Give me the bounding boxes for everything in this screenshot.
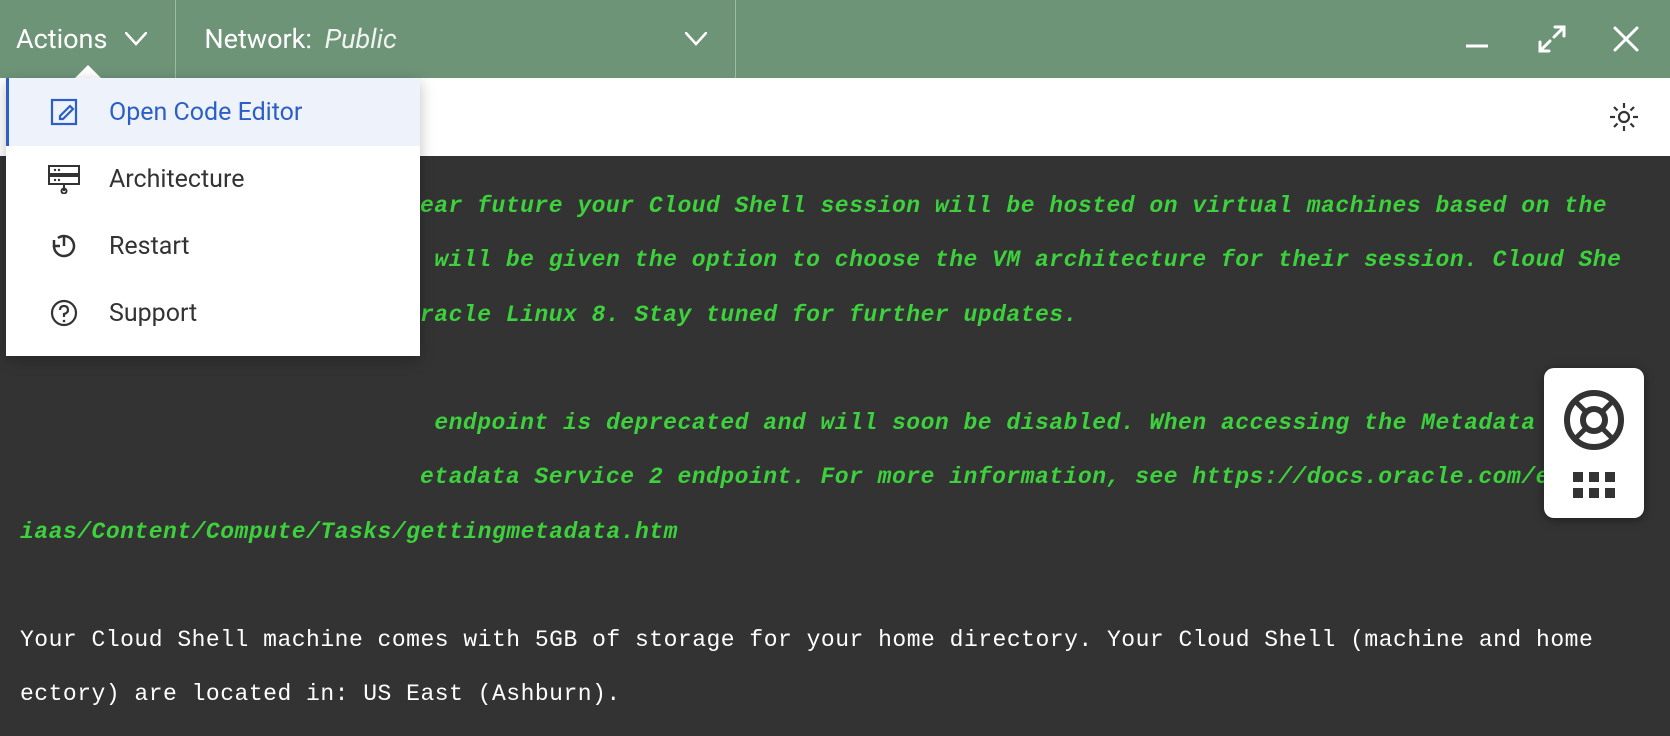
lifebuoy-icon — [1563, 389, 1625, 455]
floating-help-widget[interactable] — [1544, 368, 1644, 518]
help-icon — [47, 298, 81, 328]
gear-icon[interactable] — [1608, 101, 1640, 133]
network-dropdown-button[interactable]: Network: Public — [176, 0, 736, 78]
menu-item-restart[interactable]: Restart — [6, 212, 420, 280]
chevron-down-icon — [125, 32, 147, 46]
chevron-down-icon — [685, 32, 707, 46]
terminal-line: will be given the option to choose the V… — [420, 247, 1621, 273]
restart-icon — [47, 230, 81, 262]
actions-dropdown-button[interactable]: Actions — [0, 0, 176, 78]
expand-icon[interactable] — [1536, 23, 1568, 55]
network-label: Network: — [204, 23, 311, 55]
actions-label: Actions — [16, 23, 107, 55]
actions-dropdown-menu: Open Code Editor Architecture Restart — [6, 78, 420, 356]
architecture-icon — [47, 164, 81, 194]
menu-item-label: Open Code Editor — [109, 98, 302, 127]
menu-item-label: Support — [109, 299, 197, 328]
menu-item-label: Architecture — [109, 165, 244, 194]
terminal-line: ectory) are located in: US East (Ashburn… — [20, 681, 621, 707]
terminal-line: iaas/Content/Compute/Tasks/gettingmetada… — [20, 519, 678, 545]
edit-icon — [47, 96, 81, 128]
terminal-line: ear future your Cloud Shell session will… — [420, 193, 1607, 219]
menu-item-label: Restart — [109, 232, 190, 261]
menu-item-architecture[interactable]: Architecture — [6, 146, 420, 212]
terminal-line: etadata Service 2 endpoint. For more inf… — [420, 464, 1564, 490]
terminal-line: racle Linux 8. Stay tuned for further up… — [420, 302, 1078, 328]
menu-item-support[interactable]: Support — [6, 280, 420, 346]
terminal-line: Your Cloud Shell machine comes with 5GB … — [20, 627, 1593, 653]
menu-item-open-code-editor[interactable]: Open Code Editor — [6, 78, 420, 146]
terminal-line: endpoint is deprecated and will soon be … — [420, 410, 1621, 436]
apps-grid-icon — [1573, 472, 1615, 498]
window-controls — [1462, 0, 1670, 78]
top-bar: Actions Network: Public — [0, 0, 1670, 78]
minimize-icon[interactable] — [1462, 24, 1492, 54]
network-value: Public — [325, 23, 397, 55]
close-icon[interactable] — [1612, 25, 1640, 53]
